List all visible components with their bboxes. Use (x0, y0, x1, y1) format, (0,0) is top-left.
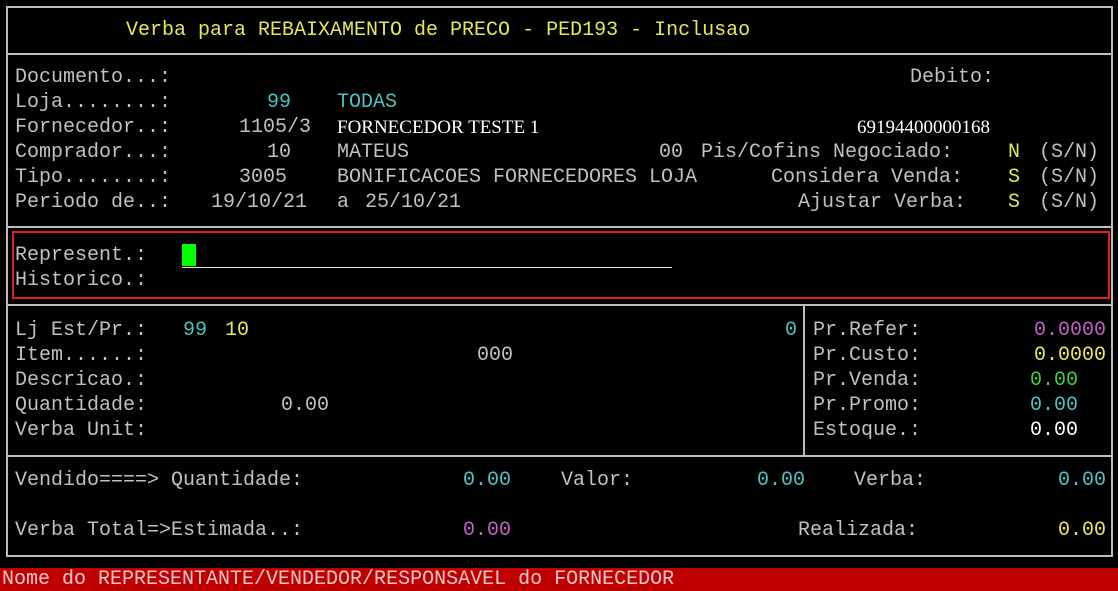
estoque-value: 0.00 (1029, 419, 1078, 442)
periodo-end: 25/10/21 (365, 191, 462, 214)
pr-refer-label: Pr.Refer: (813, 319, 922, 342)
ljest-loja: 99 (183, 319, 208, 342)
loja-code: 99 (267, 91, 292, 114)
considera-options: (S/N) (1039, 166, 1100, 189)
ljest-right: 0 (785, 319, 798, 342)
pr-custo-label: Pr.Custo: (813, 344, 922, 367)
divider-title (6, 53, 1113, 55)
valor-value: 0.00 (757, 469, 806, 492)
valor-label: Valor: (561, 469, 634, 492)
pr-promo-label: Pr.Promo: (813, 394, 922, 417)
historico-label: Historico.: (15, 269, 148, 292)
estoque-label: Estoque.: (813, 419, 922, 442)
represent-input[interactable] (182, 243, 672, 268)
comprador-code: 10 (267, 141, 292, 164)
ajustar-options: (S/N) (1039, 191, 1100, 214)
vendido-qtd: 0.00 (463, 469, 512, 492)
verba-label: Verba: (854, 469, 927, 492)
ljest-est: 10 (225, 319, 250, 342)
fornecedor-label: Fornecedor..: (15, 116, 172, 139)
pis-value: N (1008, 141, 1021, 164)
tipo-name: BONIFICACOES FORNECEDORES LOJA (337, 166, 698, 189)
realizada-value: 0.00 (1057, 519, 1106, 542)
verba-unit-label: Verba Unit: (15, 419, 148, 442)
realizada-label: Realizada: (798, 519, 919, 542)
considera-label: Considera Venda: (771, 166, 964, 189)
quantidade-value: 0.00 (281, 394, 330, 417)
represent-label: Represent.: (15, 244, 148, 267)
periodo-start: 19/10/21 (211, 191, 308, 214)
vendido-label: Vendido====> Quantidade: (15, 469, 304, 492)
divider-header (6, 226, 1113, 228)
pr-venda-label: Pr.Venda: (813, 369, 922, 392)
considera-value: S (1008, 166, 1021, 189)
ajustar-label: Ajustar Verba: (798, 191, 967, 214)
item-label: Item......: (15, 344, 148, 367)
loja-label: Loja........: (15, 91, 172, 114)
item-value: 000 (477, 344, 514, 367)
tipo-code: 3005 (239, 166, 288, 189)
status-message: Nome do REPRESENTANTE/VENDEDOR/RESPONSAV… (2, 568, 675, 591)
quantidade-label: Quantidade: (15, 394, 148, 417)
pis-label: Pis/Cofins Negociado: (701, 141, 954, 164)
comprador-label: Comprador...: (15, 141, 172, 164)
pr-refer-value: 0.0000 (1033, 319, 1106, 342)
periodo-sep: a (337, 191, 350, 214)
pis-options: (S/N) (1039, 141, 1100, 164)
ajustar-value: S (1008, 191, 1021, 214)
documento-label: Documento...: (15, 66, 172, 89)
fornecedor-code: 1105/3 (239, 116, 312, 139)
window-title: Verba para REBAIXAMENTO de PRECO - PED19… (126, 19, 751, 42)
divider-form (6, 304, 1113, 306)
ljest-label: Lj Est/Pr.: (15, 319, 148, 342)
text-cursor (182, 244, 196, 266)
verba-value: 0.00 (1057, 469, 1106, 492)
status-bar: Nome do REPRESENTANTE/VENDEDOR/RESPONSAV… (0, 568, 1118, 591)
pr-custo-value: 0.0000 (1033, 344, 1106, 367)
descricao-label: Descricao.: (15, 369, 148, 392)
verba-total-label: Verba Total=>Estimada..: (15, 519, 304, 542)
pr-venda-value: 0.00 (1029, 369, 1078, 392)
pr-promo-value: 0.00 (1029, 394, 1078, 417)
comprador-name: MATEUS (337, 141, 410, 164)
loja-name: TODAS (337, 91, 398, 114)
historico-input[interactable] (182, 268, 672, 293)
periodo-label: Periodo de..: (15, 191, 172, 214)
estimada-value: 0.00 (463, 519, 512, 542)
fornecedor-cnpj: 69194400000168 (857, 117, 990, 138)
divider-item (6, 455, 1113, 457)
debito-label: Debito: (910, 66, 995, 89)
comprador-extra: 00 (659, 141, 684, 164)
tipo-label: Tipo........: (15, 166, 172, 189)
fornecedor-name: FORNECEDOR TESTE 1 (337, 117, 540, 138)
divider-prices (803, 304, 805, 456)
